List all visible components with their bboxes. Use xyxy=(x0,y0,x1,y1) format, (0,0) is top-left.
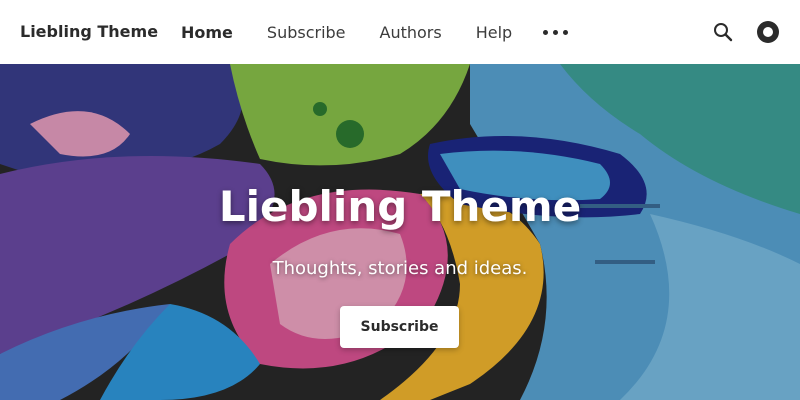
theme-toggle-icon[interactable] xyxy=(756,20,780,44)
site-title[interactable]: Liebling Theme xyxy=(20,0,158,64)
subscribe-button[interactable]: Subscribe xyxy=(340,306,459,348)
nav-item-subscribe[interactable]: Subscribe xyxy=(267,23,346,42)
nav-item-help[interactable]: Help xyxy=(476,23,512,42)
hero-subtitle: Thoughts, stories and ideas. xyxy=(272,258,528,279)
hero-title: Liebling Theme xyxy=(218,182,582,231)
nav-item-authors[interactable]: Authors xyxy=(380,23,442,42)
nav-item-home[interactable]: Home xyxy=(181,23,233,42)
search-icon[interactable] xyxy=(712,21,734,43)
more-dots-icon[interactable] xyxy=(543,26,571,38)
hero: Liebling Theme Thoughts, stories and ide… xyxy=(0,64,800,400)
site-header: Liebling Theme Home Subscribe Authors He… xyxy=(0,0,800,64)
dot xyxy=(563,29,568,35)
main-nav: Home Subscribe Authors Help xyxy=(181,0,546,64)
dot xyxy=(543,29,548,35)
hero-overlay xyxy=(0,64,800,400)
dot xyxy=(553,29,558,35)
